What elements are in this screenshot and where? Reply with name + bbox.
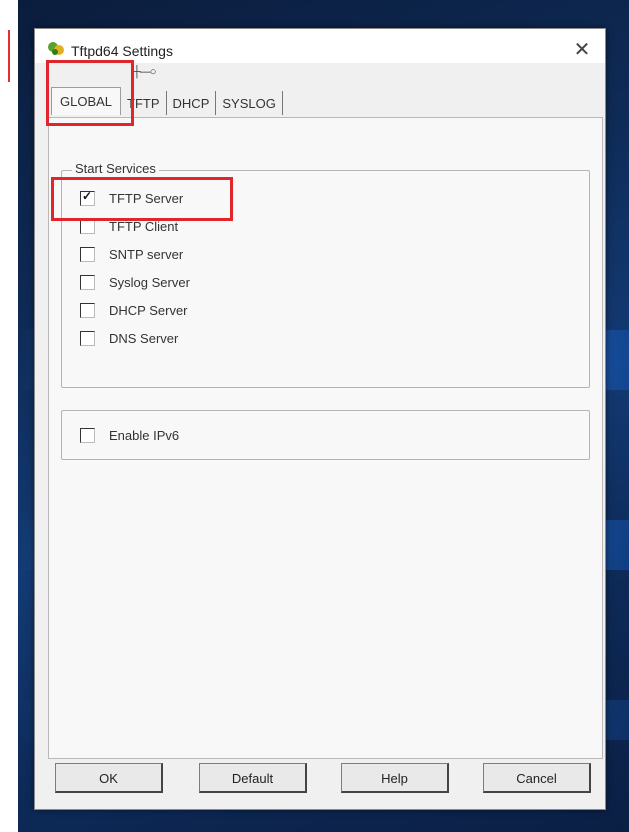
dhcp-server-checkbox-row[interactable]: DHCP Server — [80, 299, 188, 321]
tftpd-app-icon — [47, 41, 65, 57]
start-services-title: Start Services — [72, 161, 159, 176]
tab-strip: GLOBAL TFTP DHCP SYSLOG — [51, 87, 283, 115]
dns-server-label: DNS Server — [109, 330, 179, 346]
start-services-group: Start Services TFTP Server TFTP Client S… — [61, 161, 590, 388]
dialog-button-bar: OK Default Help Cancel — [55, 763, 595, 797]
syslog-server-checkbox-row[interactable]: Syslog Server — [80, 271, 190, 293]
tftp-client-checkbox-row[interactable]: TFTP Client — [80, 215, 178, 237]
ok-button[interactable]: OK — [55, 763, 163, 793]
dhcp-server-label: DHCP Server — [109, 302, 188, 318]
tab-global[interactable]: GLOBAL — [51, 87, 122, 115]
sntp-server-checkbox[interactable] — [80, 246, 95, 262]
tab-panel-global: Start Services TFTP Server TFTP Client S… — [48, 117, 603, 759]
title-bar[interactable]: Tftpd64 Settings ✕ — [35, 29, 605, 63]
tab-marker: ┼—○ — [133, 66, 156, 78]
tftp-server-checkbox[interactable] — [80, 189, 95, 206]
dns-server-checkbox-row[interactable]: DNS Server — [80, 327, 178, 349]
enable-ipv6-checkbox[interactable] — [80, 427, 95, 443]
close-icon[interactable]: ✕ — [569, 39, 595, 61]
settings-dialog: Tftpd64 Settings ✕ ┼—○ GLOBAL TFTP DHCP … — [34, 28, 606, 810]
default-button[interactable]: Default — [199, 763, 307, 793]
tab-syslog[interactable]: SYSLOG — [216, 91, 283, 115]
dhcp-server-checkbox[interactable] — [80, 302, 95, 318]
page-border-edge — [4, 90, 19, 650]
sntp-server-checkbox-row[interactable]: SNTP server — [80, 243, 183, 265]
syslog-server-label: Syslog Server — [109, 274, 190, 290]
enable-ipv6-checkbox-row[interactable]: Enable IPv6 — [80, 424, 179, 446]
page-left-margin — [0, 0, 19, 832]
window-title: Tftpd64 Settings — [71, 43, 173, 59]
sntp-server-label: SNTP server — [109, 246, 184, 262]
tftp-client-checkbox[interactable] — [80, 218, 95, 234]
help-button[interactable]: Help — [341, 763, 449, 793]
tftp-server-label: TFTP Server — [109, 190, 184, 206]
tab-tftp[interactable]: TFTP — [121, 91, 167, 115]
ipv6-group: Enable IPv6 — [61, 410, 590, 460]
tftp-server-checkbox-row[interactable]: TFTP Server — [80, 187, 183, 209]
red-highlight-edge — [0, 30, 10, 82]
syslog-server-checkbox[interactable] — [80, 274, 95, 290]
tftp-client-label: TFTP Client — [109, 218, 179, 234]
dns-server-checkbox[interactable] — [80, 330, 95, 346]
tab-dhcp[interactable]: DHCP — [166, 91, 217, 115]
enable-ipv6-label: Enable IPv6 — [109, 427, 180, 443]
cancel-button[interactable]: Cancel — [483, 763, 591, 793]
